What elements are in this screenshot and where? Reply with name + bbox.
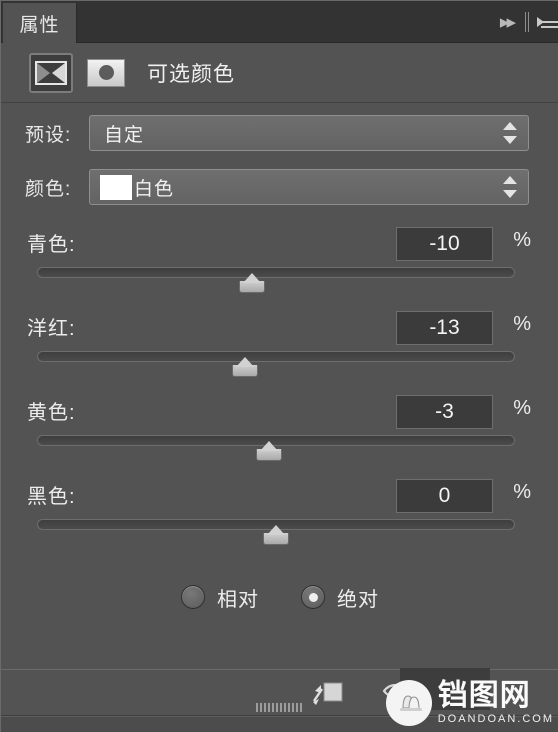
panel-tab-tools: ▸▸ <box>496 1 558 43</box>
chevron-updown-icon[interactable] <box>503 121 517 145</box>
slider-black-head: 黑色: 0 % <box>1 471 558 517</box>
slider-magenta-unit: % <box>513 313 531 335</box>
color-row: 颜色: 白色 <box>1 167 558 207</box>
color-swatch <box>100 174 132 200</box>
slider-cyan-thumb[interactable] <box>239 273 266 293</box>
slider-magenta-head: 洋红: -13 % <box>1 303 558 349</box>
slider-yellow-value[interactable]: -3 <box>396 395 493 429</box>
slider-yellow: 黄色: -3 % <box>1 387 558 471</box>
method-radio-group: 相对 绝对 <box>1 576 558 618</box>
page-title: 可选颜色 <box>147 62 235 86</box>
radio-absolute[interactable]: 绝对 <box>301 583 379 612</box>
slider-cyan: 青色: -10 % <box>1 219 558 303</box>
slider-cyan-label: 青色: <box>27 233 76 256</box>
slider-magenta-track[interactable] <box>37 349 515 377</box>
chevron-updown-icon[interactable] <box>503 175 517 199</box>
resize-grip[interactable] <box>256 703 304 712</box>
radio-relative[interactable]: 相对 <box>181 583 259 612</box>
slider-black: 黑色: 0 % <box>1 471 558 555</box>
slider-magenta: 洋红: -13 % <box>1 303 558 387</box>
panel-tab-bar: 属性 ▸▸ <box>1 1 558 43</box>
slider-black-track[interactable] <box>37 517 515 545</box>
panel-bottom-bar <box>1 716 558 732</box>
slider-black-value[interactable]: 0 <box>396 479 493 513</box>
slider-magenta-thumb[interactable] <box>231 357 258 377</box>
clip-to-layer-icon[interactable] <box>309 678 347 708</box>
slider-cyan-value[interactable]: -10 <box>396 227 493 261</box>
color-value: 白色 <box>134 178 175 200</box>
preset-label: 预设: <box>25 124 72 146</box>
toolbar-divider <box>525 12 529 32</box>
panel-menu-icon[interactable] <box>537 13 558 31</box>
slider-black-unit: % <box>513 481 531 503</box>
double-chevron-right-icon[interactable]: ▸▸ <box>496 13 517 32</box>
slider-yellow-label: 黄色: <box>27 401 76 424</box>
radio-relative-label: 相对 <box>217 588 259 611</box>
preset-select[interactable]: 自定 <box>89 115 529 151</box>
properties-panel: 属性 ▸▸ 可选颜色 预设: 自定 颜色: 白色 青色: -10 % 洋红: -… <box>0 0 558 732</box>
slider-cyan-unit: % <box>513 229 531 251</box>
tab-properties[interactable]: 属性 <box>3 3 77 43</box>
radio-absolute-label: 绝对 <box>337 588 379 611</box>
slider-cyan-head: 青色: -10 % <box>1 219 558 265</box>
tab-properties-label: 属性 <box>19 14 60 36</box>
slider-black-label: 黑色: <box>27 485 76 508</box>
slider-magenta-label: 洋红: <box>27 317 76 340</box>
slider-yellow-track[interactable] <box>37 433 515 461</box>
slider-black-thumb[interactable] <box>263 525 289 545</box>
slider-yellow-thumb[interactable] <box>255 441 282 461</box>
slider-cyan-track[interactable] <box>37 265 515 293</box>
watermark-backdrop <box>400 668 490 710</box>
color-label: 颜色: <box>25 178 72 200</box>
slider-yellow-head: 黄色: -3 % <box>1 387 558 433</box>
layer-mask-thumbnail[interactable] <box>87 58 125 87</box>
slider-magenta-value[interactable]: -13 <box>396 311 493 345</box>
selective-color-icon[interactable] <box>29 52 73 93</box>
color-select[interactable]: 白色 <box>89 169 529 205</box>
preset-row: 预设: 自定 <box>1 113 558 153</box>
adjustment-header: 可选颜色 <box>1 43 558 103</box>
radio-absolute-circle[interactable] <box>301 585 325 609</box>
preset-value: 自定 <box>104 124 145 146</box>
slider-yellow-unit: % <box>513 397 531 419</box>
radio-relative-circle[interactable] <box>181 585 205 609</box>
